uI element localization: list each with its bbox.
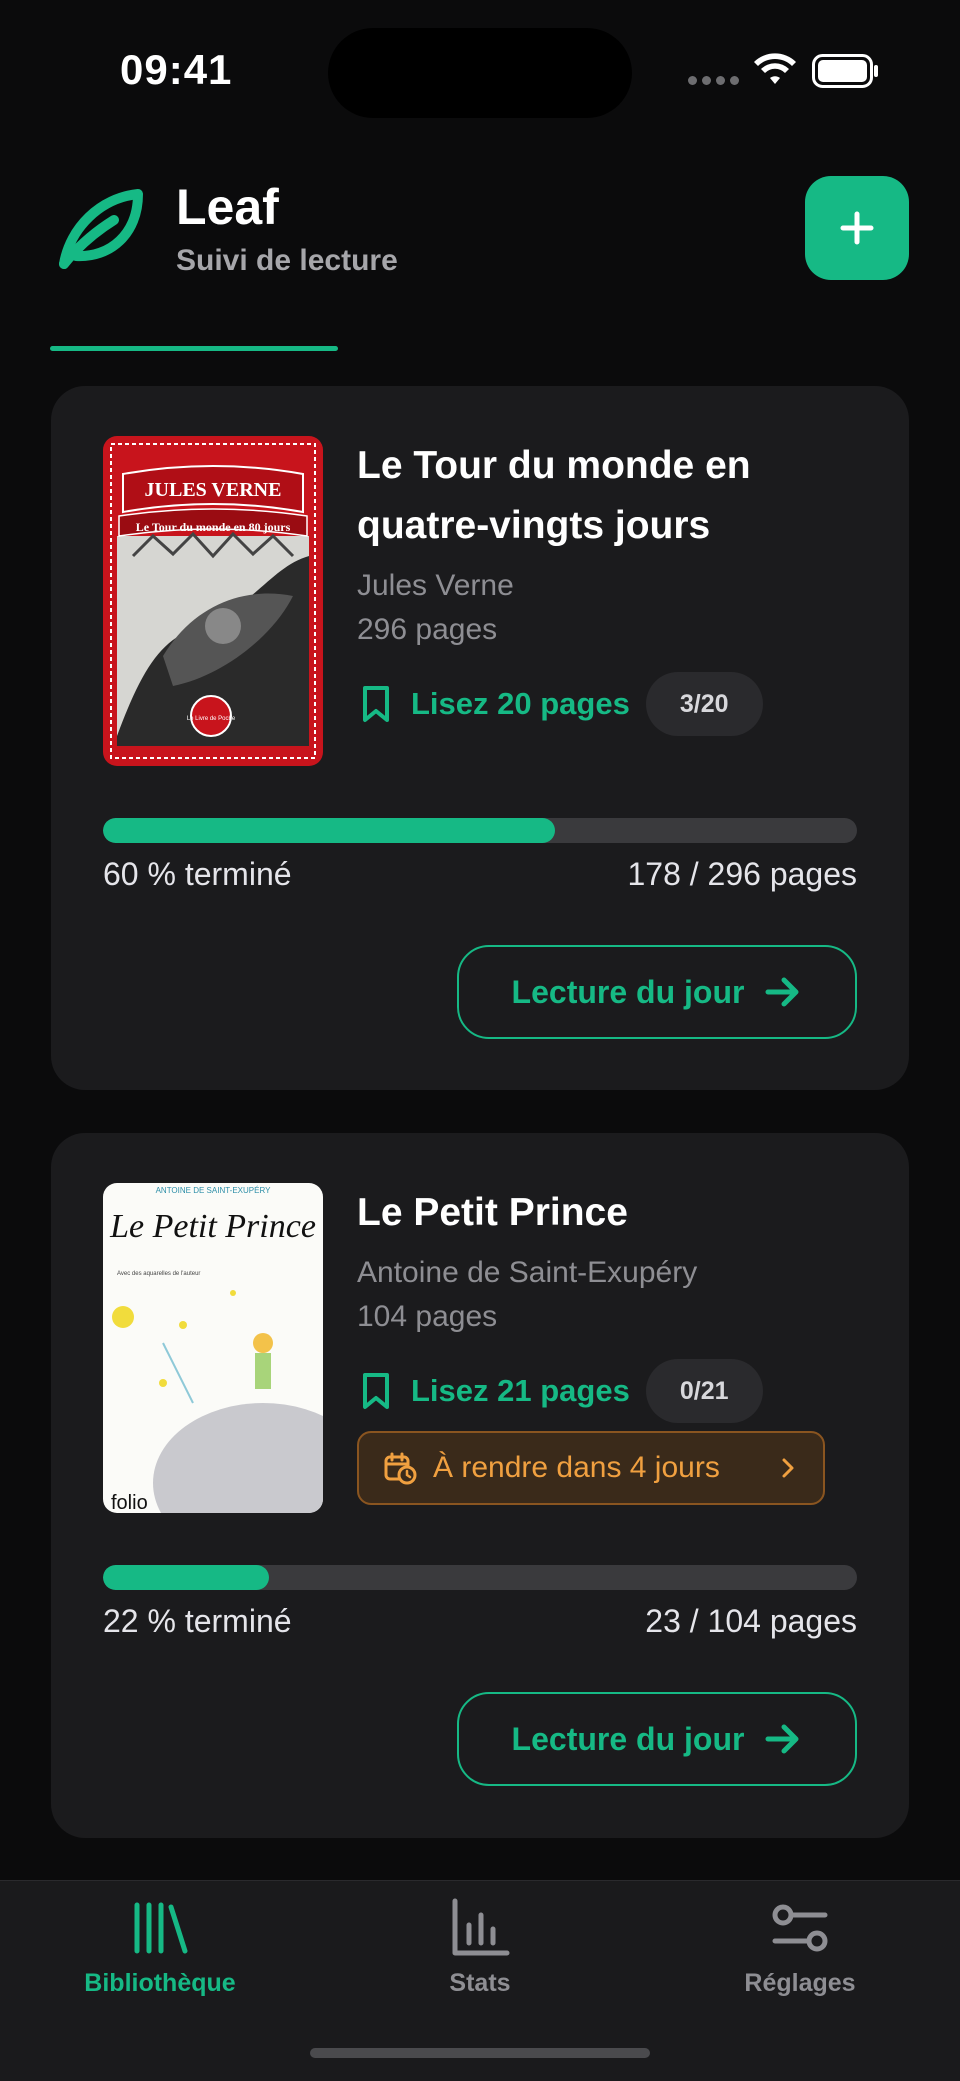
tab-settings[interactable]: Réglages bbox=[680, 1897, 920, 1998]
book-author: Jules Verne bbox=[357, 569, 514, 602]
bookmark-icon bbox=[363, 1373, 389, 1409]
tab-stats[interactable]: Stats bbox=[360, 1897, 600, 1998]
book-cover: ANTOINE DE SAINT-EXUPÉRY Le Petit Prince… bbox=[103, 1183, 323, 1513]
dynamic-island bbox=[328, 28, 632, 118]
cellular-signal-icon bbox=[688, 76, 739, 85]
tab-library[interactable]: Bibliothèque bbox=[40, 1897, 280, 1998]
due-date-text: À rendre dans 4 jours bbox=[433, 1451, 720, 1484]
cover-badge-text: folio bbox=[111, 1492, 148, 1513]
tab-label: Réglages bbox=[744, 1969, 856, 1997]
cover-top-text: JULES VERNE bbox=[145, 479, 282, 501]
cover-art-tour-du-monde: JULES VERNE Le Tour du monde en 80 jours… bbox=[103, 436, 323, 766]
chart-icon bbox=[452, 1898, 510, 1956]
app-subtitle: Suivi de lecture bbox=[176, 244, 398, 277]
arrow-right-icon bbox=[765, 977, 799, 1007]
daily-reading-label: Lecture du jour bbox=[511, 973, 745, 1010]
book-info: Le Petit Prince Antoine de Saint-Exupéry… bbox=[357, 1183, 877, 1505]
book-card[interactable]: ANTOINE DE SAINT-EXUPÉRY Le Petit Prince… bbox=[51, 1133, 909, 1838]
app-title: Leaf bbox=[176, 179, 279, 235]
bookmark-icon bbox=[363, 686, 389, 722]
sliders-icon bbox=[772, 1904, 828, 1952]
daily-goal-text: Lisez 21 pages bbox=[411, 1373, 630, 1408]
wifi-icon bbox=[754, 53, 796, 84]
daily-reading-button[interactable]: Lecture du jour bbox=[457, 945, 857, 1039]
daily-goal-row: Lisez 20 pages 3/20 bbox=[357, 672, 877, 736]
book-page-count: 104 pages bbox=[357, 1300, 498, 1333]
daily-reading-label: Lecture du jour bbox=[511, 1720, 745, 1757]
plus-icon bbox=[840, 211, 874, 245]
cover-badge-text: Le Livre de Poche bbox=[187, 716, 236, 722]
book-card[interactable]: JULES VERNE Le Tour du monde en 80 jours… bbox=[51, 386, 909, 1090]
due-date-chip[interactable]: À rendre dans 4 jours bbox=[357, 1431, 825, 1505]
progress-fill bbox=[103, 818, 556, 843]
cover-sub-text: Avec des aquarelles de l'auteur bbox=[117, 1271, 200, 1277]
daily-goal-row: Lisez 21 pages 0/21 bbox=[357, 1359, 877, 1423]
home-indicator bbox=[310, 2048, 650, 2058]
cover-art-petit-prince: ANTOINE DE SAINT-EXUPÉRY Le Petit Prince… bbox=[103, 1183, 323, 1513]
calendar-clock-icon bbox=[384, 1452, 417, 1485]
progress-bar bbox=[103, 818, 857, 843]
leaf-icon bbox=[59, 189, 143, 269]
status-bar: 09:41 bbox=[0, 0, 960, 140]
chevron-right-icon bbox=[782, 1458, 794, 1478]
add-book-button[interactable] bbox=[805, 176, 909, 280]
cover-banner-text: Le Petit Prince bbox=[109, 1208, 316, 1245]
daily-reading-button[interactable]: Lecture du jour bbox=[457, 1692, 857, 1786]
tab-label: Stats bbox=[449, 1969, 511, 1997]
progress-bar bbox=[103, 1565, 857, 1590]
book-info: Le Tour du monde en quatre-vingts jours … bbox=[357, 436, 877, 736]
progress-fill bbox=[103, 1565, 269, 1590]
daily-goal-badge: 0/21 bbox=[645, 1359, 763, 1423]
book-page-count: 296 pages bbox=[357, 613, 498, 646]
cover-banner-text: Le Tour du monde en 80 jours bbox=[136, 520, 291, 534]
battery-icon bbox=[812, 54, 878, 88]
progress-percent-label: 60 % terminé bbox=[103, 856, 292, 892]
progress-pages-label: 178 / 296 pages bbox=[627, 856, 857, 892]
library-icon bbox=[134, 1902, 188, 1954]
cover-top-text: ANTOINE DE SAINT-EXUPÉRY bbox=[156, 1186, 272, 1195]
progress-percent-label: 22 % terminé bbox=[103, 1603, 292, 1639]
header-underline bbox=[50, 346, 338, 351]
book-cover: JULES VERNE Le Tour du monde en 80 jours… bbox=[103, 436, 323, 766]
daily-goal-text: Lisez 20 pages bbox=[411, 686, 630, 721]
daily-goal-badge: 3/20 bbox=[645, 672, 763, 736]
book-title: Le Tour du monde en quatre-vingts jours bbox=[357, 444, 751, 547]
progress-pages-label: 23 / 104 pages bbox=[645, 1603, 857, 1639]
arrow-right-icon bbox=[765, 1724, 799, 1754]
app-header: Leaf Suivi de lecture bbox=[0, 160, 960, 360]
tab-label: Bibliothèque bbox=[84, 1969, 236, 1997]
book-title: Le Petit Prince bbox=[357, 1191, 628, 1234]
book-author: Antoine de Saint-Exupéry bbox=[357, 1256, 698, 1289]
status-time: 09:41 bbox=[120, 46, 233, 93]
